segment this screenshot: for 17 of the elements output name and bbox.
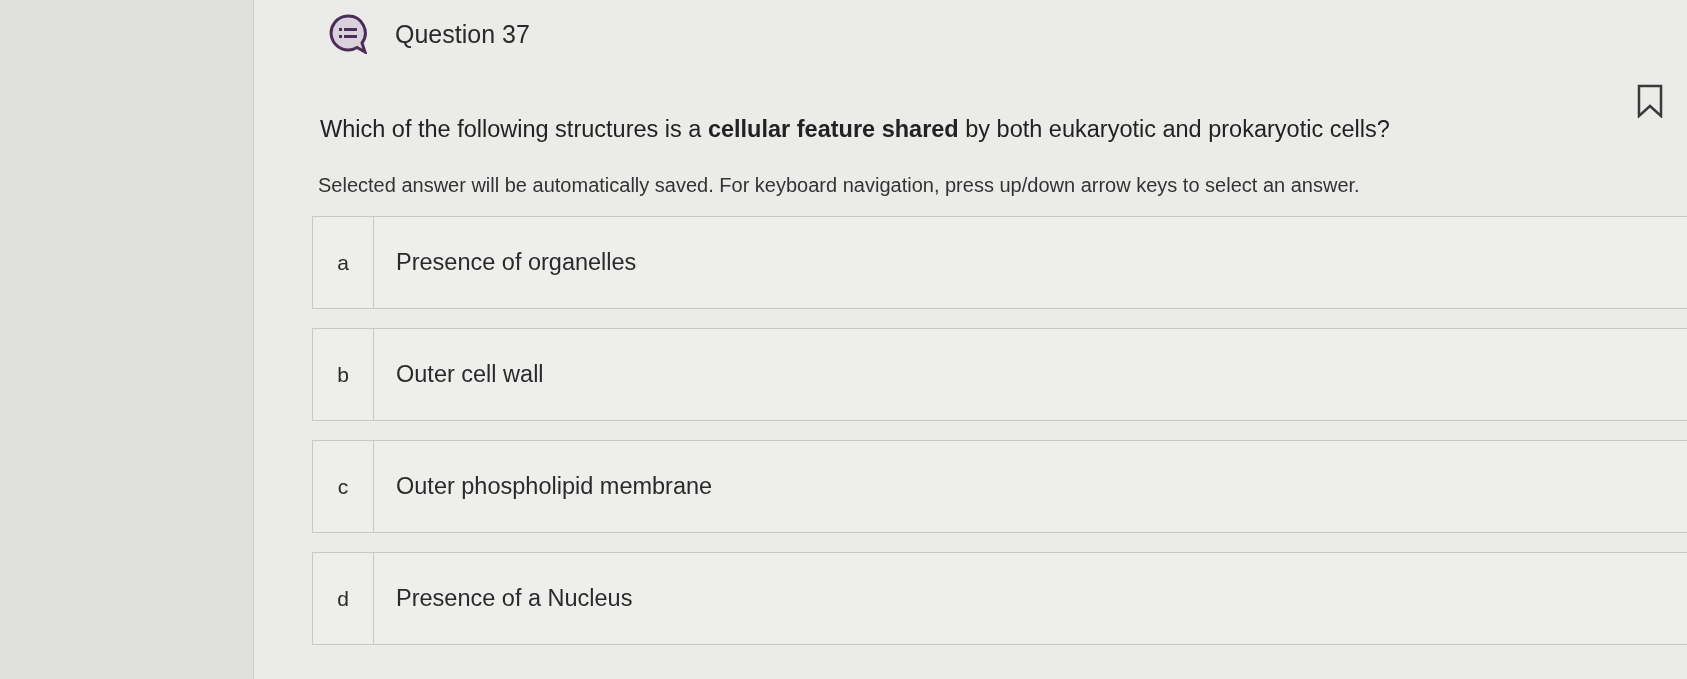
- option-letter: d: [313, 553, 374, 644]
- option-letter: c: [313, 441, 374, 532]
- option-text: Presence of a Nucleus: [395, 584, 633, 613]
- question-text: Which of the following structures is a cellular feature shared by both eukaryotic and prokaryotic cells?: [320, 115, 1390, 144]
- answer-option[interactable]: b Outer cell wall: [312, 328, 1687, 421]
- answer-option[interactable]: a Presence of organelles: [312, 216, 1687, 309]
- option-letter: b: [313, 329, 374, 420]
- question-title: Question 37: [395, 19, 530, 49]
- option-text: Outer phospholipid membrane: [395, 472, 713, 501]
- answer-option[interactable]: c Outer phospholipid membrane: [312, 440, 1687, 533]
- option-text: Outer cell wall: [395, 360, 544, 389]
- bookmark-icon[interactable]: [1637, 84, 1663, 118]
- option-letter: a: [313, 217, 374, 308]
- list-bubble-icon: [329, 14, 367, 54]
- instructions-text: Selected answer will be automatically saved. For keyboard navigation, press up/down arrow keys to select an answer.: [318, 173, 1361, 198]
- answer-option[interactable]: d Presence of a Nucleus: [312, 552, 1687, 645]
- option-text: Presence of organelles: [395, 248, 637, 277]
